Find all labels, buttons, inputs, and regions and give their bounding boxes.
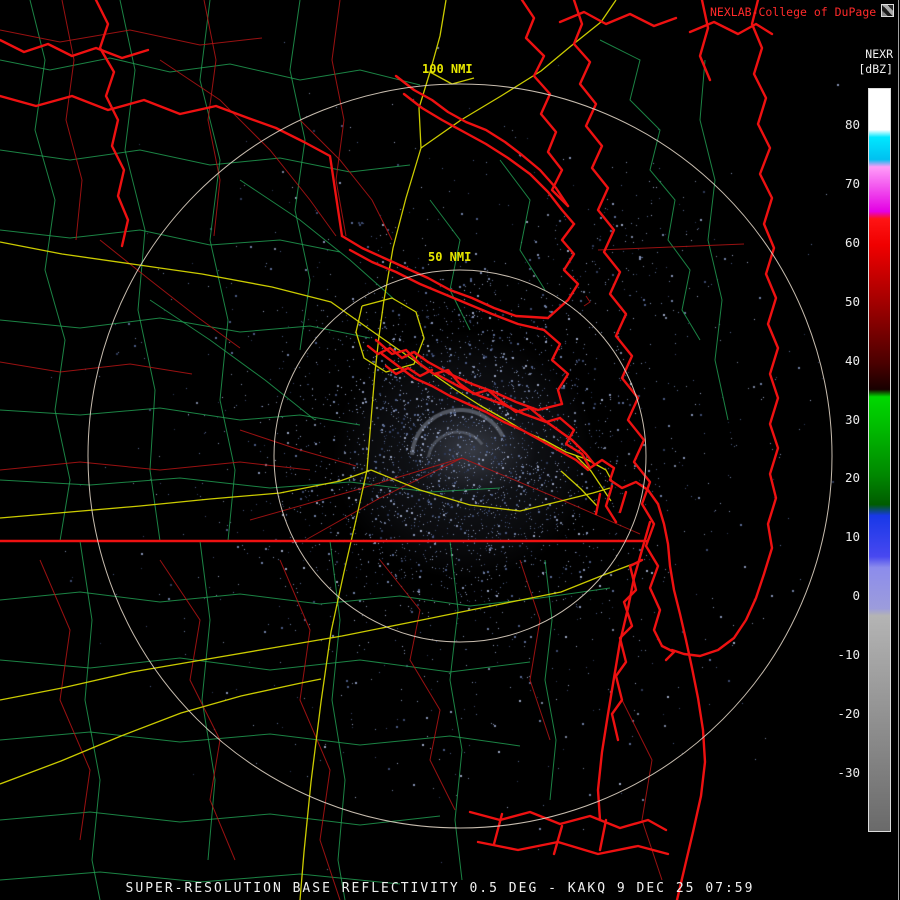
colorbar-tick-label: 40 — [844, 352, 860, 368]
colorbar-tick-label: -30 — [837, 764, 860, 780]
echo-glow-inner — [392, 392, 552, 507]
colorbar-tick-label: -10 — [837, 647, 860, 663]
colorbar-tick-label: 60 — [844, 234, 860, 250]
product-status-text: SUPER-RESOLUTION BASE REFLECTIVITY 0.5 D… — [125, 881, 755, 896]
cod-logo-icon — [881, 4, 894, 17]
range-ring-label-50: 50 NMI — [428, 250, 472, 264]
radar-display: 100 NMI 50 NMI NEXLAB-College of DuPage … — [0, 0, 900, 900]
range-ring-label-100: 100 NMI — [422, 62, 473, 76]
colorbar-tick-label: -20 — [837, 706, 860, 721]
colorbar-tick-label: 20 — [844, 470, 860, 486]
colorbar-tick-label: 30 — [844, 411, 860, 427]
colorbar-tick-label: 70 — [844, 175, 860, 191]
right-edge-line — [898, 0, 899, 900]
colorbar-tick-label: 80 — [844, 117, 860, 132]
reflectivity-colorbar — [868, 88, 891, 832]
colorbar-tick-label: 10 — [844, 529, 860, 545]
colorbar-tick-label: 0 — [852, 588, 860, 604]
colorbar-title: NEXR — [865, 47, 893, 61]
colorbar-units: [dBZ] — [858, 62, 893, 76]
colorbar-tick-label: 50 — [844, 293, 860, 309]
credit-text: NEXLAB-College of DuPage — [710, 5, 877, 19]
